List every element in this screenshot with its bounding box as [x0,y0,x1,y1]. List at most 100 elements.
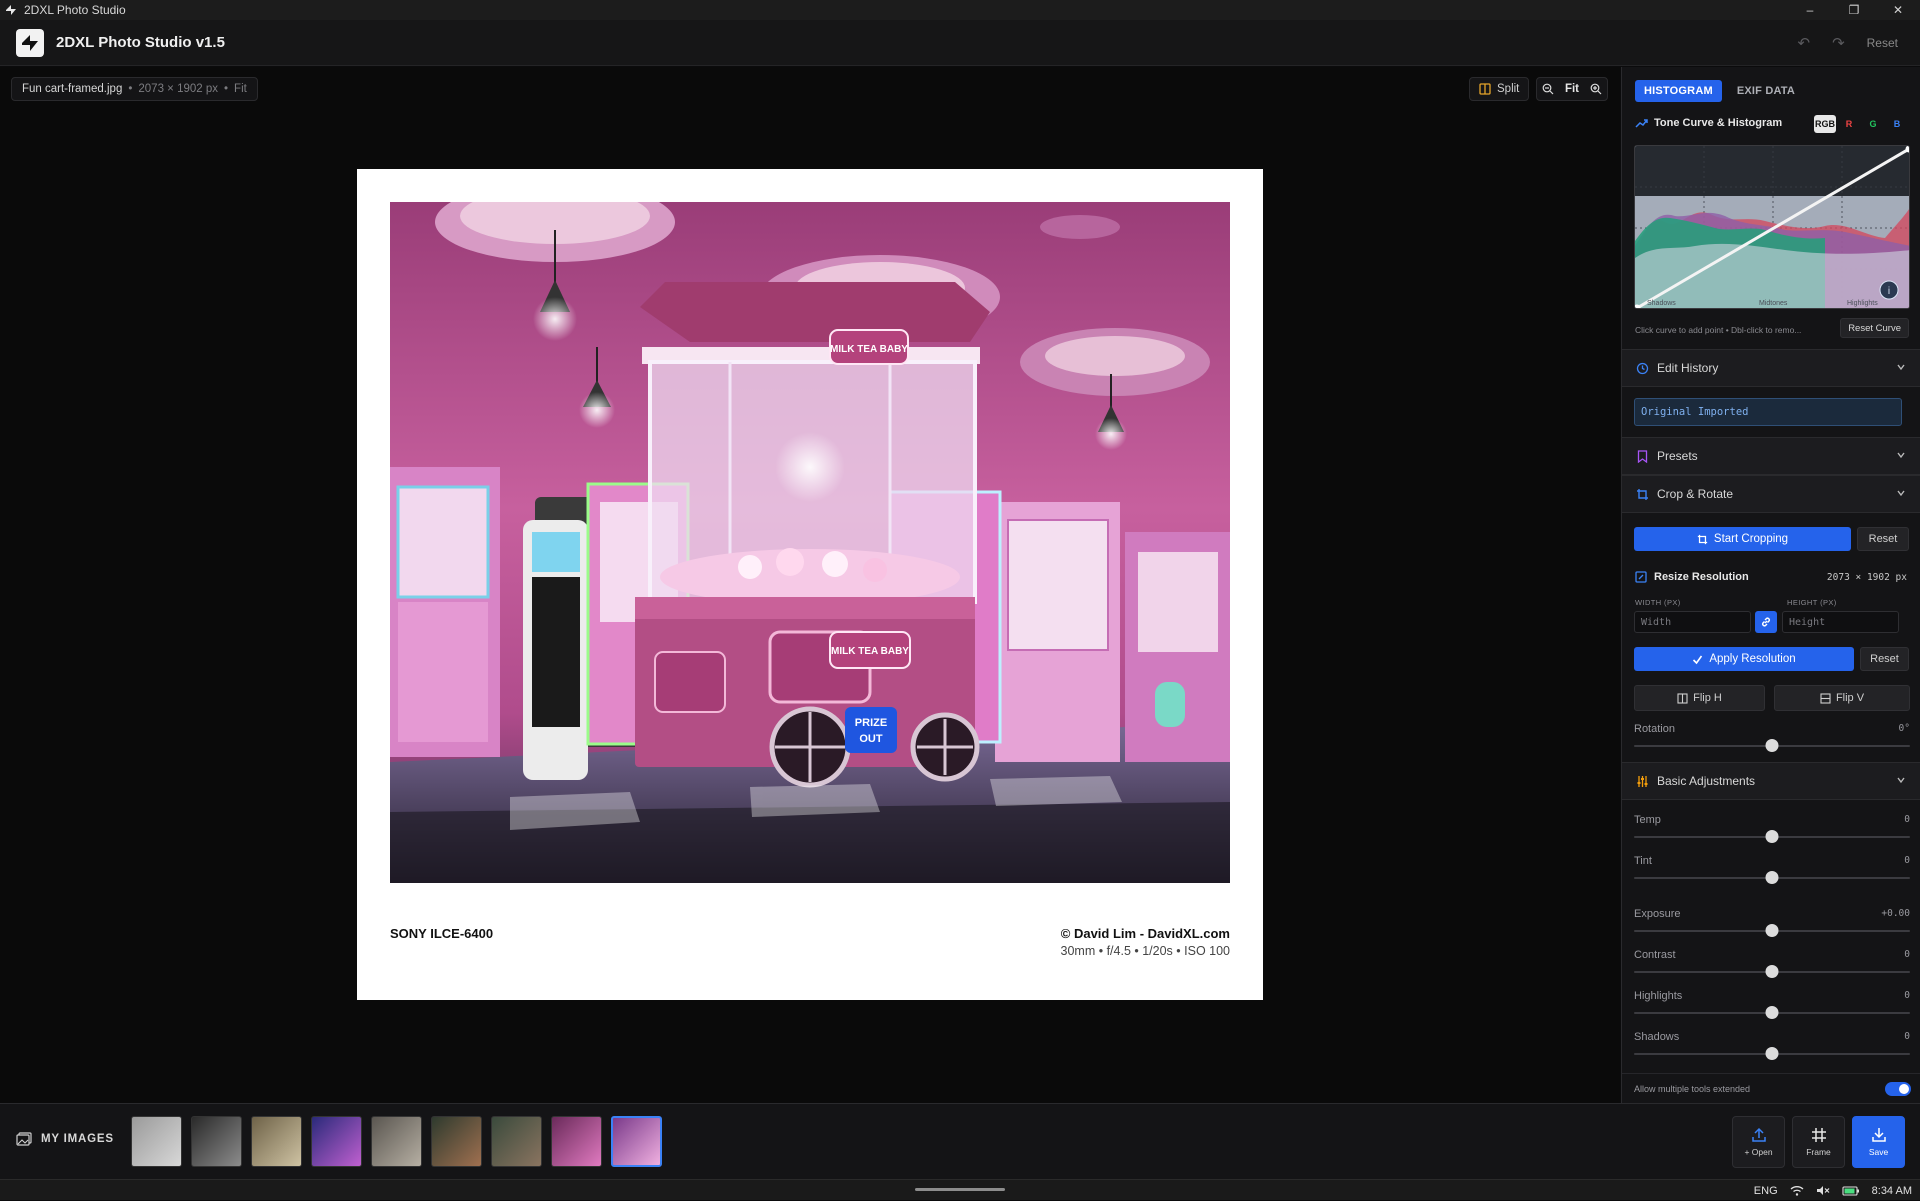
save-button[interactable]: Save [1852,1116,1905,1168]
width-input[interactable]: Width [1634,611,1751,633]
zone-label-midtones: Midtones [1759,300,1788,307]
images-icon [16,1132,32,1146]
app-logo-icon [16,28,44,57]
open-label: + Open [1744,1147,1773,1157]
slider-highlights[interactable]: Highlights 0 [1634,990,1910,1024]
svg-text:MILK TEA BABY: MILK TEA BABY [830,344,908,355]
channel-g[interactable]: G [1862,115,1884,133]
open-button[interactable]: + Open [1732,1116,1785,1168]
frame-button[interactable]: Frame [1792,1116,1845,1168]
slider-thumb[interactable] [1765,1047,1779,1060]
crop-reset-button[interactable]: Reset [1857,527,1909,551]
copyright-text: © David Lim - DavidXL.com [1060,926,1230,941]
link-aspect-button[interactable] [1755,611,1777,633]
check-icon [1693,655,1703,664]
zoom-in-icon[interactable] [1590,83,1602,95]
slider-thumb[interactable] [1765,1006,1779,1019]
tone-curve-editor[interactable]: Shadows Midtones Highlights i [1634,145,1910,309]
camera-model: SONY ILCE-6400 [390,926,494,941]
zoom-controls: Fit [1536,77,1608,101]
thumbnail-list [131,1116,662,1167]
width-label: WIDTH (PX) [1635,598,1681,607]
thumbnail-arcade[interactable] [311,1116,362,1167]
slider-thumb[interactable] [1765,739,1779,752]
rotation-slider[interactable]: Rotation 0° [1634,723,1910,757]
flip-h-button[interactable]: Flip H [1634,685,1765,711]
apply-resolution-button[interactable]: Apply Resolution [1634,647,1854,671]
split-view-button[interactable]: Split [1469,77,1530,101]
section-crop-rotate[interactable]: Crop & Rotate [1622,475,1920,513]
undo-icon[interactable]: ↶ [1797,34,1810,52]
zone-label-highlights: Highlights [1847,300,1878,307]
flip-v-button[interactable]: Flip V [1774,685,1910,711]
channel-r[interactable]: R [1838,115,1860,133]
resolution-reset-button[interactable]: Reset [1860,647,1909,671]
close-button[interactable]: ✕ [1876,0,1920,20]
slider-tint[interactable]: Tint 0 [1634,855,1910,889]
resize-icon [1635,571,1647,583]
reset-button[interactable]: Reset [1867,36,1898,50]
channel-b[interactable]: B [1886,115,1908,133]
maximize-button[interactable]: ❐ [1832,0,1876,20]
tab-histogram[interactable]: HISTOGRAM [1635,80,1722,102]
height-input[interactable]: Height [1782,611,1899,633]
slider-value: 0 [1904,1031,1910,1042]
wifi-icon[interactable] [1790,1185,1804,1196]
slider-contrast[interactable]: Contrast 0 [1634,949,1910,983]
thumbnail-fun-cart[interactable] [611,1116,662,1167]
redo-icon[interactable]: ↷ [1832,34,1845,52]
language-indicator[interactable]: ENG [1754,1185,1778,1197]
tone-curve-header: Tone Curve & Histogram [1635,117,1782,129]
multi-tools-toggle[interactable] [1885,1082,1911,1096]
minimize-button[interactable]: – [1788,0,1832,20]
info-icon[interactable]: i [1888,286,1890,297]
reset-curve-button[interactable]: Reset Curve [1840,318,1909,338]
history-icon [1635,361,1649,375]
thumbnail-jets[interactable] [371,1116,422,1167]
slider-thumb[interactable] [1765,965,1779,978]
thumbnail-portrait[interactable] [191,1116,242,1167]
section-basic-adjustments[interactable]: Basic Adjustments [1622,762,1920,800]
section-edit-history[interactable]: Edit History [1622,349,1920,387]
chevron-down-icon [1897,490,1905,497]
slider-label: Rotation [1634,723,1675,735]
channel-rgb[interactable]: RGB [1814,115,1836,133]
clock[interactable]: 8:34 AM [1872,1185,1912,1197]
thumbnail-arcade-pink[interactable] [551,1116,602,1167]
thumbnail-truck2[interactable] [491,1116,542,1167]
slider-shadows[interactable]: Shadows 0 [1634,1031,1910,1065]
slider-thumb[interactable] [1765,830,1779,843]
thumbnail-truck[interactable] [431,1116,482,1167]
download-icon [1871,1128,1886,1142]
slider-temp[interactable]: Temp 0 [1634,814,1910,848]
slider-thumb[interactable] [1765,871,1779,884]
start-cropping-button[interactable]: Start Cropping [1634,527,1851,551]
slider-value: 0 [1904,855,1910,866]
slider-thumb[interactable] [1765,924,1779,937]
system-tray: ENG 8:34 AM [1754,1180,1912,1201]
tab-exif-data[interactable]: EXIF DATA [1728,80,1804,102]
zoom-fit-button[interactable]: Fit [1565,83,1579,95]
thumbnail-bird[interactable] [131,1116,182,1167]
zoom-out-icon[interactable] [1542,83,1554,95]
app-header: 2DXL Photo Studio v1.5 ↶ ↷ Reset [0,20,1920,66]
os-taskbar: ENG 8:34 AM [0,1179,1920,1200]
multi-tools-row: Allow multiple tools extended [1622,1073,1920,1103]
frame-icon [1811,1128,1826,1142]
section-presets[interactable]: Presets [1622,437,1920,475]
bookmark-icon [1635,449,1649,463]
mute-icon[interactable] [1816,1185,1830,1196]
app-logo-icon [4,3,18,17]
taskbar-handle[interactable] [915,1188,1005,1191]
battery-icon[interactable] [1842,1185,1860,1196]
photo-image: PRIZE OUT MILK TEA BABY MILK TEA BABY [390,202,1230,883]
height-label: HEIGHT (PX) [1787,598,1837,607]
slider-value: +0.00 [1881,908,1910,919]
slider-exposure[interactable]: Exposure +0.00 [1634,908,1910,942]
toggle-label: Allow multiple tools extended [1634,1083,1751,1094]
flip-vertical-icon [1820,692,1831,704]
history-item[interactable]: Original Imported [1634,398,1902,426]
thumbnail-aircraft[interactable] [251,1116,302,1167]
my-images-header: MY IMAGES [16,1132,114,1146]
prize-out-sign: OUT [859,733,883,745]
